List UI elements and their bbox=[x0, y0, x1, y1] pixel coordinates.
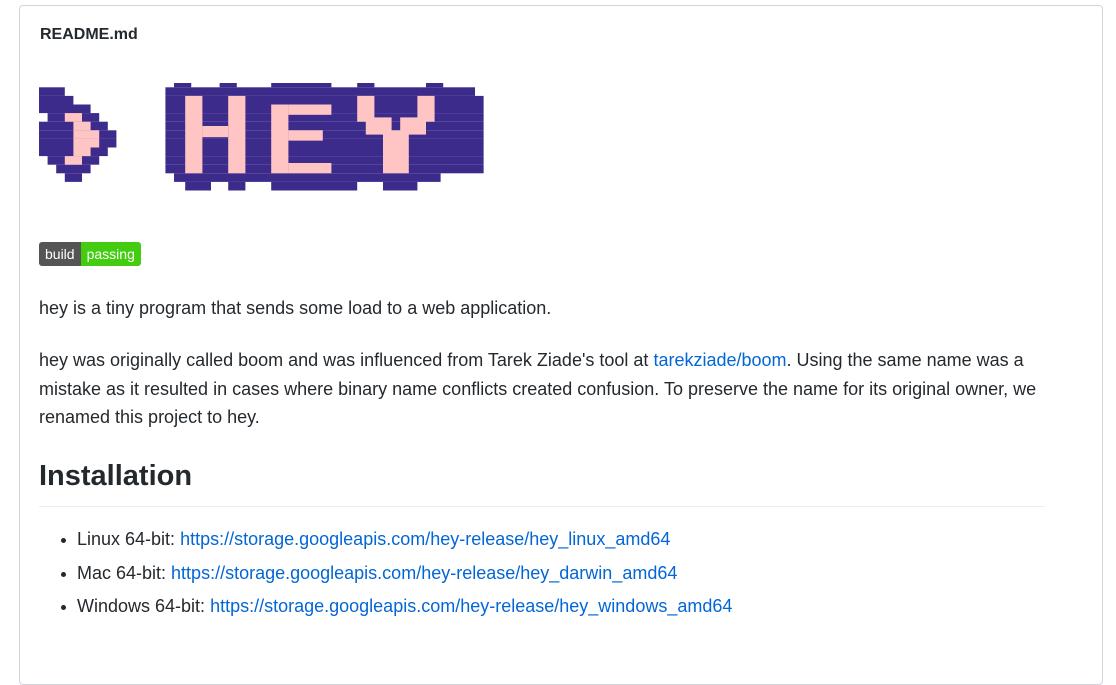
logo-hey-outline-pixel bbox=[165, 147, 484, 157]
logo-arrow-outline-pixel bbox=[39, 87, 65, 96]
list-item-mac: Mac 64-bit: https://storage.googleapis.c… bbox=[60, 557, 732, 591]
windows-download-link[interactable]: https://storage.googleapis.com/hey-relea… bbox=[210, 596, 732, 616]
logo-hey-fill-pixel bbox=[228, 95, 246, 174]
intro-paragraph: hey is a tiny program that sends some lo… bbox=[39, 298, 552, 318]
logo-arrow-outline-pixel bbox=[64, 173, 82, 182]
linux-download-link[interactable]: https://storage.googleapis.com/hey-relea… bbox=[180, 529, 670, 549]
logo-hey-outline-pixel bbox=[165, 95, 484, 105]
mac-label: Mac 64-bit: bbox=[77, 562, 172, 583]
logo-arrow-outline-pixel bbox=[56, 164, 91, 174]
logo-arrow-fill-pixel bbox=[64, 113, 82, 122]
logo-hey-outline-pixel bbox=[271, 181, 358, 191]
logo-hey-outline-pixel bbox=[383, 181, 418, 191]
logo-hey-outline-pixel bbox=[271, 78, 332, 88]
logo-hey-fill-pixel bbox=[288, 162, 332, 174]
logo-hey-fill-pixel bbox=[383, 130, 409, 174]
history-text-before: hey was originally called boom and was i… bbox=[39, 350, 654, 370]
logo-hey-outline-pixel bbox=[165, 138, 484, 148]
logo-hey-outline-pixel bbox=[219, 78, 237, 88]
list-item-linux: Linux 64-bit: https://storage.googleapis… bbox=[60, 523, 732, 557]
readme-filename: README.md bbox=[40, 26, 138, 43]
logo-hey-outline-pixel bbox=[357, 78, 375, 88]
logo-hey-fill-pixel bbox=[185, 95, 203, 174]
logo-arrow-fill-pixel bbox=[73, 121, 91, 131]
logo-arrow-fill-pixel bbox=[73, 138, 100, 148]
logo-hey-outline-pixel bbox=[426, 78, 444, 88]
hey-logo-image bbox=[39, 78, 509, 228]
logo-hey-fill-pixel bbox=[288, 104, 332, 115]
logo-hey-outline-pixel bbox=[228, 181, 246, 191]
logo-hey-fill-pixel bbox=[271, 104, 289, 174]
badge-label: build bbox=[39, 242, 81, 266]
tarekziade-boom-link[interactable]: tarekziade/boom bbox=[653, 350, 786, 370]
installation-heading: Installation bbox=[39, 456, 1045, 507]
hey-logo-svg bbox=[39, 78, 484, 191]
windows-label: Windows 64-bit: bbox=[77, 596, 211, 616]
build-status-badge[interactable]: build passing bbox=[39, 242, 141, 266]
logo-hey-fill-pixel bbox=[288, 130, 323, 141]
history-paragraph: hey was originally called boom and was i… bbox=[39, 346, 1049, 432]
logo-hey-outline-pixel bbox=[174, 78, 192, 88]
badge-status: passing bbox=[80, 242, 141, 266]
linux-label: Linux 64-bit: bbox=[77, 529, 181, 549]
logo-arrow-outline-pixel bbox=[39, 104, 91, 114]
logo-arrow-fill-pixel bbox=[73, 130, 100, 139]
list-item-windows: Windows 64-bit: https://storage.googleap… bbox=[60, 590, 732, 624]
logo-hey-outline-pixel bbox=[165, 87, 476, 96]
logo-hey-outline-pixel bbox=[185, 181, 211, 191]
mac-download-link[interactable]: https://storage.googleapis.com/hey-relea… bbox=[171, 563, 677, 583]
logo-hey-fill-pixel bbox=[202, 126, 229, 138]
logo-hey-outline-pixel bbox=[174, 173, 441, 182]
logo-arrow-fill-pixel bbox=[64, 156, 82, 165]
logo-arrow-fill-pixel bbox=[73, 147, 91, 157]
logo-arrow-outline-pixel bbox=[39, 95, 74, 105]
download-list: Linux 64-bit: https://storage.googleapis… bbox=[39, 523, 732, 624]
